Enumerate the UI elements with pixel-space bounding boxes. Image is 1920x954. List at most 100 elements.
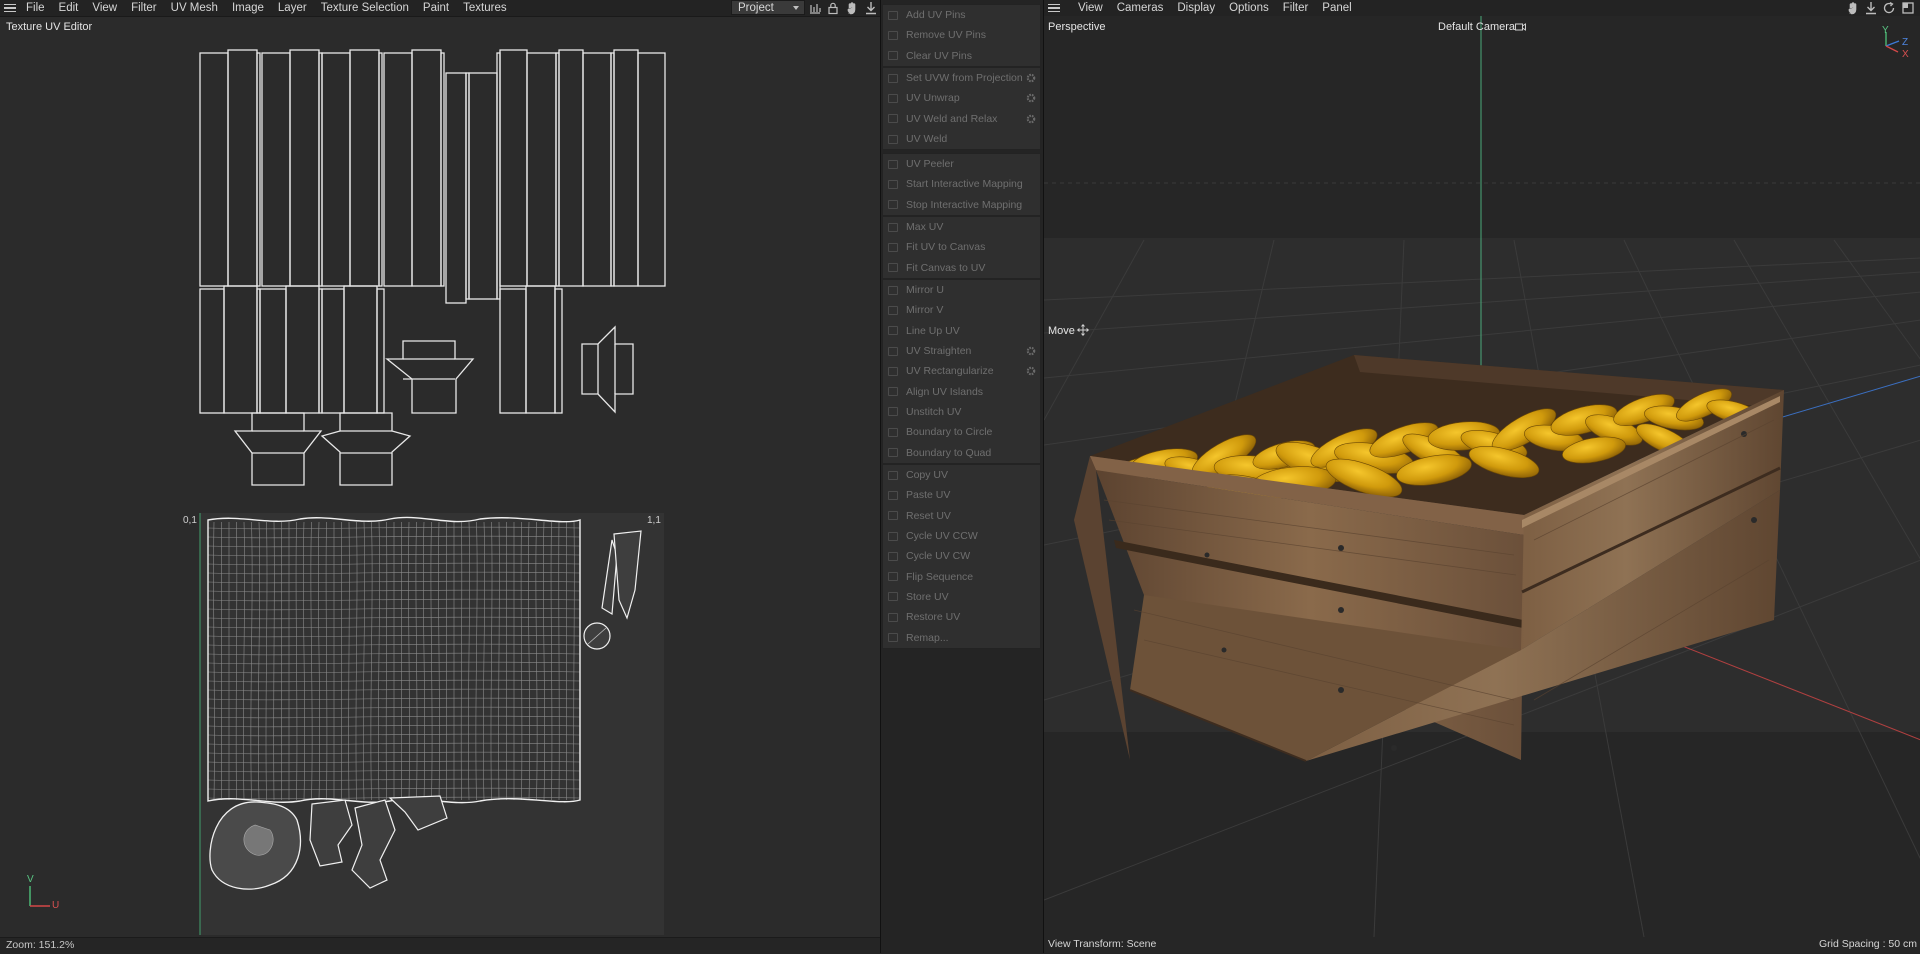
command-icon	[888, 179, 898, 189]
hand-icon[interactable]	[1846, 1, 1860, 15]
menu-vp-display[interactable]: Display	[1171, 0, 1223, 16]
command-label: UV Unwrap	[906, 92, 960, 105]
command-label: Mirror U	[906, 284, 944, 297]
command-icon	[888, 551, 898, 561]
command-icon	[888, 93, 898, 103]
uv-axis-gizmo	[29, 886, 50, 907]
command-button[interactable]: Align UV Islands	[883, 381, 1040, 401]
menu-vp-panel[interactable]: Panel	[1316, 0, 1359, 16]
viewport-menu-icon[interactable]	[1044, 0, 1064, 16]
menu-view[interactable]: View	[86, 0, 125, 16]
command-icon	[888, 73, 898, 83]
command-button[interactable]: Paste UV	[883, 485, 1040, 505]
maximize-icon[interactable]	[1901, 1, 1915, 15]
gear-icon[interactable]	[1025, 345, 1037, 357]
command-label: UV Peeler	[906, 158, 954, 171]
rotate-icon[interactable]	[1882, 1, 1896, 15]
command-button[interactable]: Clear UV Pins	[883, 46, 1040, 66]
command-icon	[888, 10, 898, 20]
menu-texture-selection[interactable]: Texture Selection	[315, 0, 417, 16]
menu-vp-options[interactable]: Options	[1223, 0, 1277, 16]
command-group: Set UVW from Projection UV Unwrap UV Weld …	[882, 67, 1041, 151]
command-label: Restore UV	[906, 611, 961, 624]
command-icon	[888, 407, 898, 417]
command-button[interactable]: Start Interactive Mapping	[883, 174, 1040, 194]
command-button[interactable]: Remap...	[883, 627, 1040, 647]
command-label: Align UV Islands	[906, 385, 984, 398]
camera-icon	[1515, 23, 1526, 31]
command-button[interactable]: UV Rectangularize	[883, 361, 1040, 381]
command-icon	[888, 134, 898, 144]
gear-icon[interactable]	[1025, 92, 1037, 104]
command-button[interactable]: Restore UV	[883, 607, 1040, 627]
command-icon	[888, 263, 898, 273]
command-label: Store UV	[906, 590, 949, 603]
hand-icon[interactable]	[845, 1, 859, 15]
crate-uv-islands	[199, 49, 666, 486]
command-button[interactable]: Mirror V	[883, 300, 1040, 320]
command-button[interactable]: UV Weld and Relax	[883, 109, 1040, 129]
command-button[interactable]: Set UVW from Projection	[883, 68, 1040, 88]
command-button[interactable]: Cycle UV CW	[883, 546, 1040, 566]
command-button[interactable]: Mirror U	[883, 280, 1040, 300]
command-button[interactable]: Remove UV Pins	[883, 25, 1040, 45]
command-button[interactable]: UV Straighten	[883, 341, 1040, 361]
menu-file[interactable]: File	[20, 0, 53, 16]
camera-label[interactable]: Default Camera	[1438, 21, 1515, 33]
menu-textures[interactable]: Textures	[457, 0, 514, 16]
viewport-menubar: View Cameras Display Options Filter Pane…	[1044, 0, 1920, 16]
command-button[interactable]: Copy UV	[883, 465, 1040, 485]
command-icon	[888, 114, 898, 124]
command-button[interactable]: Cycle UV CCW	[883, 526, 1040, 546]
command-button[interactable]: Add UV Pins	[883, 5, 1040, 25]
command-icon	[888, 242, 898, 252]
download-icon[interactable]	[864, 1, 878, 15]
command-label: Boundary to Circle	[906, 426, 993, 439]
menu-filter[interactable]: Filter	[125, 0, 165, 16]
command-button[interactable]: Line Up UV	[883, 321, 1040, 341]
gear-icon[interactable]	[1025, 113, 1037, 125]
command-label: Start Interactive Mapping	[906, 178, 1023, 191]
menu-layer[interactable]: Layer	[272, 0, 315, 16]
menu-vp-filter[interactable]: Filter	[1277, 0, 1317, 16]
command-button[interactable]: Fit Canvas to UV	[883, 258, 1040, 278]
v-axis-label: V	[27, 874, 34, 885]
command-button[interactable]: Unstitch UV	[883, 402, 1040, 422]
move-icon	[1077, 324, 1089, 336]
gizmo-z-label: Z	[1902, 37, 1909, 48]
command-label: Clear UV Pins	[906, 49, 972, 62]
uv-wireframe-view[interactable]	[0, 16, 880, 937]
menu-uv-mesh[interactable]: UV Mesh	[165, 0, 226, 16]
menu-edit[interactable]: Edit	[53, 0, 87, 16]
chart-icon[interactable]	[808, 1, 822, 15]
command-button[interactable]: Flip Sequence	[883, 566, 1040, 586]
gear-icon[interactable]	[1025, 72, 1037, 84]
command-button[interactable]: Store UV	[883, 587, 1040, 607]
command-label: UV Weld and Relax	[906, 112, 998, 125]
menu-vp-cameras[interactable]: Cameras	[1111, 0, 1172, 16]
command-icon	[888, 387, 898, 397]
lock-icon[interactable]	[826, 1, 840, 15]
command-button[interactable]: Reset UV	[883, 506, 1040, 526]
gear-icon[interactable]	[1025, 365, 1037, 377]
menu-vp-view[interactable]: View	[1072, 0, 1111, 16]
panel-menu-icon[interactable]	[0, 0, 20, 16]
active-tool-label: Move	[1048, 325, 1075, 337]
command-icon	[888, 592, 898, 602]
command-label: UV Weld	[906, 133, 948, 146]
command-button[interactable]: UV Unwrap	[883, 88, 1040, 108]
command-button[interactable]: UV Weld	[883, 129, 1040, 149]
viewport-scene[interactable]	[1044, 16, 1920, 937]
menu-paint[interactable]: Paint	[417, 0, 457, 16]
project-dropdown[interactable]: Project	[731, 0, 805, 15]
command-button[interactable]: Fit UV to Canvas	[883, 237, 1040, 257]
command-button[interactable]: Boundary to Quad	[883, 442, 1040, 462]
command-button[interactable]: Boundary to Circle	[883, 422, 1040, 442]
download-icon[interactable]	[1864, 1, 1878, 15]
command-button[interactable]: Stop Interactive Mapping	[883, 195, 1040, 215]
command-button[interactable]: UV Peeler	[883, 154, 1040, 174]
command-group: Max UV Fit UV to Canvas Fit Canvas to UV	[882, 216, 1041, 279]
command-icon	[888, 200, 898, 210]
menu-image[interactable]: Image	[226, 0, 272, 16]
command-button[interactable]: Max UV	[883, 217, 1040, 237]
